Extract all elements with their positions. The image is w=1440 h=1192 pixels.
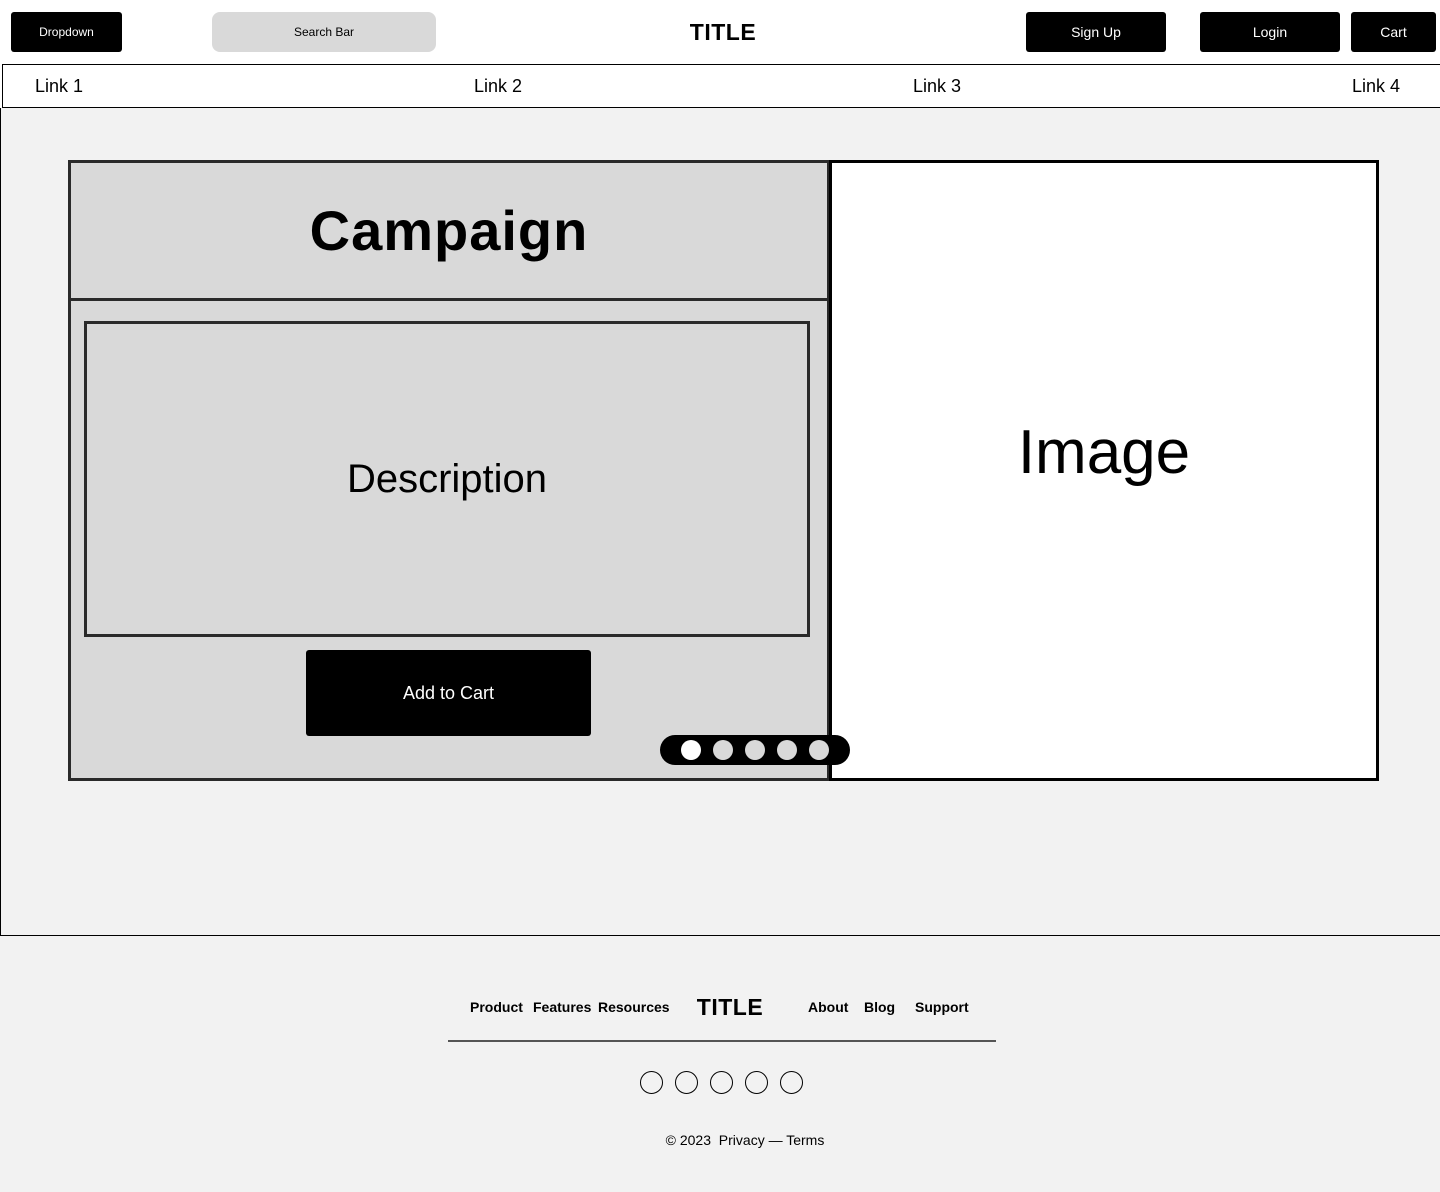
social-icon-4[interactable]: [745, 1071, 768, 1094]
campaign-title: Campaign: [309, 199, 589, 262]
social-icon-1[interactable]: [640, 1071, 663, 1094]
footer-link-blog[interactable]: Blog: [864, 999, 895, 1015]
footer-divider: [448, 1040, 996, 1042]
image-label: Image: [1017, 418, 1191, 487]
carousel-indicator: [660, 735, 850, 765]
nav-bar: Link 1 Link 2 Link 3 Link 4: [2, 64, 1440, 108]
dropdown-button[interactable]: Dropdown: [11, 12, 122, 52]
carousel-dot-1[interactable]: [681, 740, 701, 760]
legal-links[interactable]: Privacy — Terms: [719, 1132, 825, 1148]
footer-title: TITLE: [696, 994, 764, 1020]
footer-link-product[interactable]: Product: [470, 999, 523, 1015]
sign-up-button[interactable]: Sign Up: [1026, 12, 1166, 52]
nav-link-1[interactable]: Link 1: [35, 65, 83, 107]
description-box: Description: [84, 321, 810, 637]
carousel-dot-4[interactable]: [777, 740, 797, 760]
search-input[interactable]: [212, 12, 436, 52]
footer: Product Features Resources TITLE About B…: [0, 936, 1440, 1192]
nav-link-3[interactable]: Link 3: [913, 65, 961, 107]
social-icon-5[interactable]: [780, 1071, 803, 1094]
copyright-line: © 2023 Privacy — Terms: [0, 1132, 1440, 1148]
footer-link-resources[interactable]: Resources: [598, 999, 670, 1015]
campaign-header: Campaign: [71, 163, 827, 301]
nav-link-4[interactable]: Link 4: [1352, 65, 1400, 107]
add-to-cart-button[interactable]: Add to Cart: [306, 650, 591, 736]
carousel-dot-2[interactable]: [713, 740, 733, 760]
login-button[interactable]: Login: [1200, 12, 1340, 52]
cart-button[interactable]: Cart: [1351, 12, 1436, 52]
carousel-dot-3[interactable]: [745, 740, 765, 760]
footer-link-about[interactable]: About: [808, 999, 848, 1015]
image-placeholder: Image: [829, 160, 1379, 781]
carousel-dot-5[interactable]: [809, 740, 829, 760]
social-icon-3[interactable]: [710, 1071, 733, 1094]
social-icon-2[interactable]: [675, 1071, 698, 1094]
nav-link-2[interactable]: Link 2: [474, 65, 522, 107]
description-text: Description: [346, 456, 548, 501]
footer-link-support[interactable]: Support: [915, 999, 969, 1015]
main-content: Campaign Description Add to Cart Image: [0, 108, 1440, 936]
campaign-panel: Campaign Description Add to Cart: [68, 160, 830, 781]
top-header: Dropdown TITLE Sign Up Login Cart: [0, 0, 1440, 64]
site-title: TITLE: [689, 18, 757, 45]
copyright-text: © 2023: [665, 1132, 712, 1148]
footer-link-features[interactable]: Features: [533, 999, 591, 1015]
